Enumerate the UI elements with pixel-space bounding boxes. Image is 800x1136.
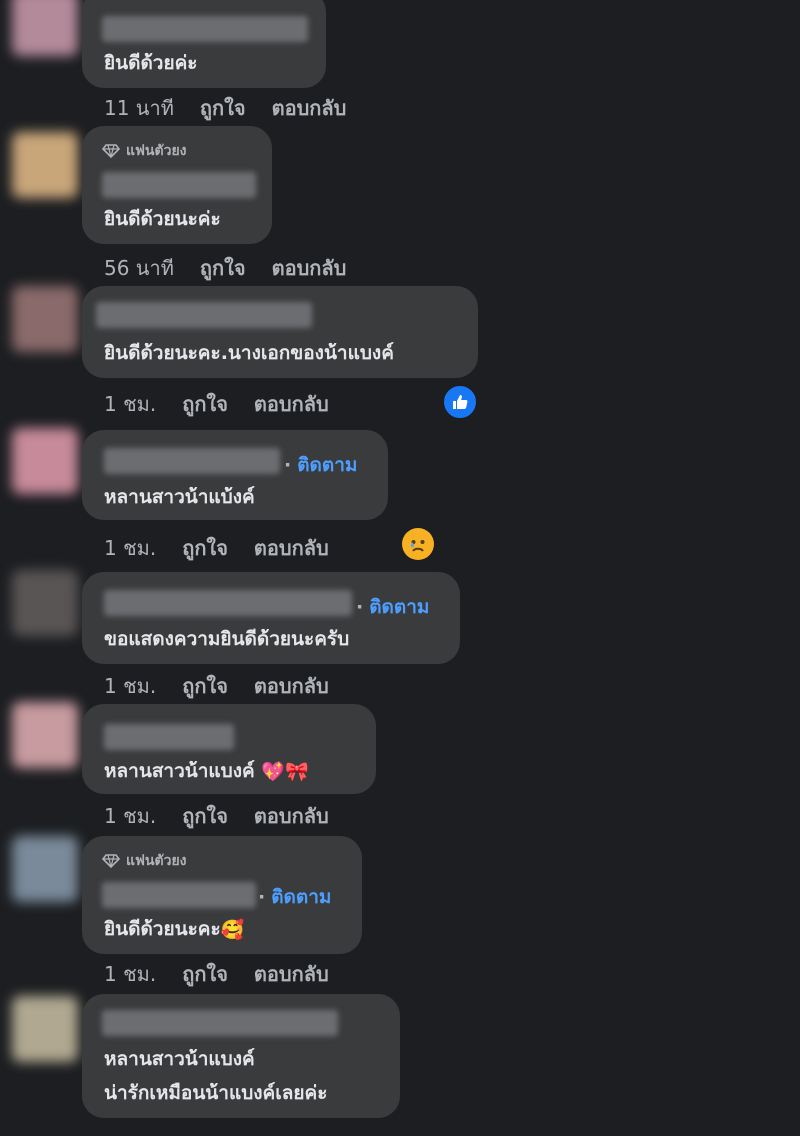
commenter-name[interactable]: [102, 172, 256, 198]
comment-text: ยินดีด้วยค่ะ: [104, 52, 198, 74]
top-fan-label: แฟนตัวยง: [126, 143, 187, 159]
follow-button[interactable]: · ติดตาม: [356, 592, 429, 622]
comment-actions: 1 ชม. ถูกใจ ตอบกลับ: [104, 388, 329, 420]
timestamp[interactable]: 1 ชม.: [104, 800, 156, 832]
comment-text-line-2: น่ารักเหมือนน้าแบงค์เลยค่ะ: [104, 1082, 328, 1104]
comment-bubble: หลานสาวน้าแบงค์ น่ารักเหมือนน้าแบงค์เลยค…: [82, 994, 400, 1118]
avatar[interactable]: [12, 836, 78, 902]
top-fan-badge: แฟนตัวยง: [102, 850, 187, 872]
comment-text: ยินดีด้วยนะคะ.นางเอกของน้าแบงค์: [104, 342, 394, 364]
like-reaction-icon[interactable]: [442, 384, 478, 420]
like-button[interactable]: ถูกใจ: [200, 252, 246, 284]
comment-bubble: ยินดีด้วยค่ะ: [82, 0, 326, 88]
like-button[interactable]: ถูกใจ: [200, 92, 246, 124]
timestamp[interactable]: 1 ชม.: [104, 670, 156, 702]
comment-actions: 1 ชม. ถูกใจ ตอบกลับ: [104, 958, 329, 990]
avatar[interactable]: [12, 286, 78, 352]
reply-button[interactable]: ตอบกลับ: [254, 958, 329, 990]
comment-actions: 1 ชม. ถูกใจ ตอบกลับ: [104, 670, 329, 702]
avatar[interactable]: [12, 428, 78, 494]
avatar[interactable]: [12, 132, 78, 198]
commenter-name[interactable]: [104, 590, 352, 616]
reply-button[interactable]: ตอบกลับ: [272, 252, 347, 284]
comment-bubble: หลานสาวน้าแบงค์ 💖🎀: [82, 704, 376, 794]
reply-button[interactable]: ตอบกลับ: [254, 532, 329, 564]
top-fan-label: แฟนตัวยง: [126, 853, 187, 869]
comment-text: หลานสาวน้าแบงค์ 💖🎀: [104, 756, 309, 786]
timestamp[interactable]: 1 ชม.: [104, 388, 156, 420]
like-button[interactable]: ถูกใจ: [182, 800, 228, 832]
commenter-name[interactable]: [102, 16, 308, 42]
comment-text: หลานสาวน้าแบ้งค์: [104, 486, 255, 508]
comment-bubble: · ติดตาม หลานสาวน้าแบ้งค์: [82, 430, 388, 520]
follow-button[interactable]: · ติดตาม: [284, 450, 357, 480]
smiling-hearts-emoji: 🥰: [220, 919, 245, 941]
sad-reaction-icon[interactable]: [402, 528, 434, 560]
timestamp[interactable]: 56 นาที: [104, 252, 174, 284]
avatar[interactable]: [12, 0, 78, 56]
comment-actions: 1 ชม. ถูกใจ ตอบกลับ: [104, 532, 329, 564]
comment-text-content: หลานสาวน้าแบงค์: [104, 760, 255, 782]
reply-button[interactable]: ตอบกลับ: [254, 800, 329, 832]
comment-text-line-1: หลานสาวน้าแบงค์: [104, 1048, 255, 1070]
commenter-name[interactable]: [102, 1010, 338, 1036]
avatar[interactable]: [12, 996, 78, 1062]
timestamp[interactable]: 1 ชม.: [104, 532, 156, 564]
comment-actions: 11 นาที ถูกใจ ตอบกลับ: [104, 92, 346, 124]
avatar[interactable]: [12, 570, 78, 636]
reply-button[interactable]: ตอบกลับ: [272, 92, 347, 124]
like-button[interactable]: ถูกใจ: [182, 670, 228, 702]
diamond-icon: [102, 854, 120, 868]
comment-text: ยินดีด้วยนะคะ🥰: [104, 914, 244, 944]
comment-text: ยินดีด้วยนะค่ะ: [104, 208, 221, 230]
like-button[interactable]: ถูกใจ: [182, 388, 228, 420]
comment-text-content: ยินดีด้วยนะคะ: [104, 918, 221, 940]
top-fan-badge: แฟนตัวยง: [102, 140, 187, 162]
commenter-name[interactable]: [102, 882, 256, 908]
heart-ribbon-emoji: 💖🎀: [261, 761, 309, 783]
follow-button[interactable]: · ติดตาม: [258, 882, 331, 912]
like-button[interactable]: ถูกใจ: [182, 958, 228, 990]
reply-button[interactable]: ตอบกลับ: [254, 670, 329, 702]
reply-button[interactable]: ตอบกลับ: [254, 388, 329, 420]
commenter-name[interactable]: [96, 302, 312, 328]
comment-bubble: แฟนตัวยง · ติดตาม ยินดีด้วยนะคะ🥰: [82, 836, 362, 954]
comment-text: ขอแสดงความยินดีด้วยนะครับ: [104, 628, 350, 650]
comment-actions: 56 นาที ถูกใจ ตอบกลับ: [104, 252, 346, 284]
comment-actions: 1 ชม. ถูกใจ ตอบกลับ: [104, 800, 329, 832]
commenter-name[interactable]: [104, 724, 234, 750]
like-button[interactable]: ถูกใจ: [182, 532, 228, 564]
avatar[interactable]: [12, 702, 78, 768]
timestamp[interactable]: 1 ชม.: [104, 958, 156, 990]
diamond-icon: [102, 144, 120, 158]
comment-bubble: ยินดีด้วยนะคะ.นางเอกของน้าแบงค์: [82, 286, 478, 378]
comment-bubble: · ติดตาม ขอแสดงความยินดีด้วยนะครับ: [82, 572, 460, 664]
timestamp[interactable]: 11 นาที: [104, 92, 174, 124]
comment-bubble: แฟนตัวยง ยินดีด้วยนะค่ะ: [82, 126, 272, 244]
commenter-name[interactable]: [104, 448, 280, 474]
